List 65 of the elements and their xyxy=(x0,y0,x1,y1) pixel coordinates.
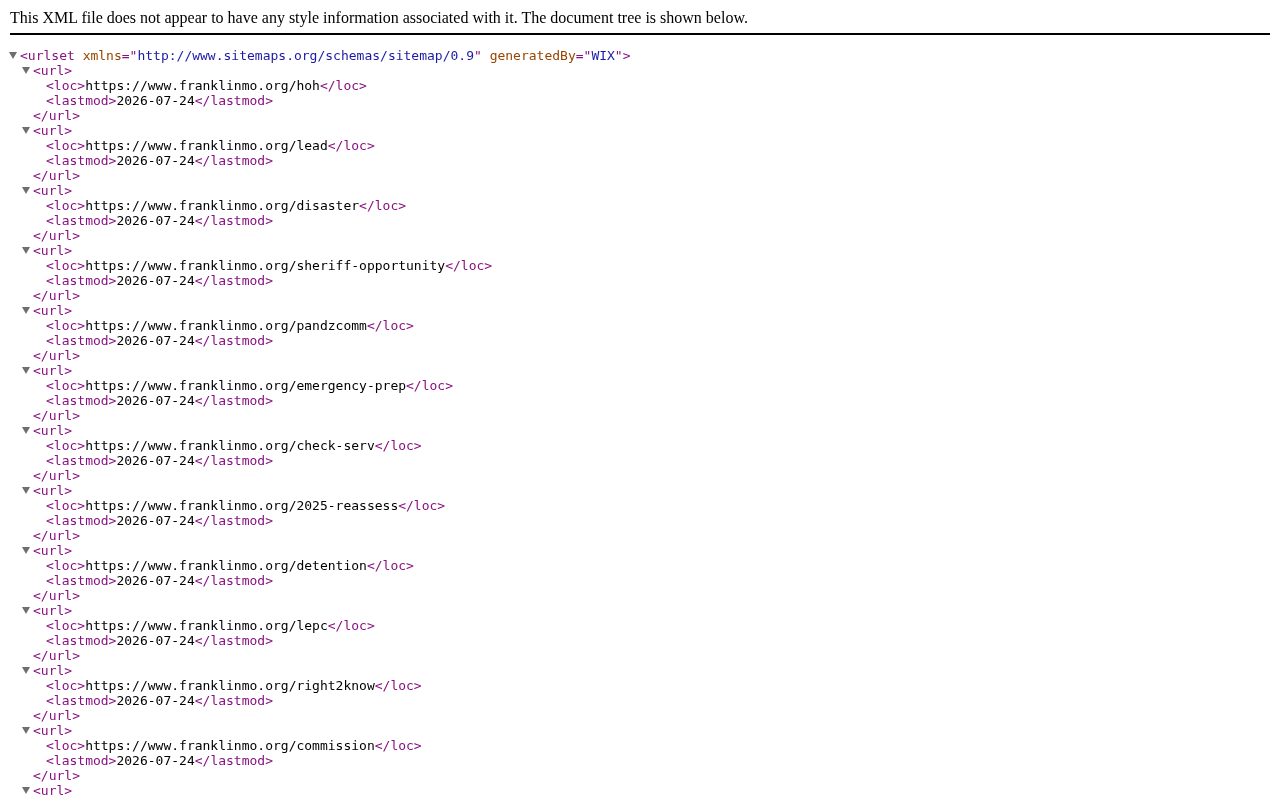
expand-icon[interactable] xyxy=(22,727,30,734)
xml-line: <url> xyxy=(33,363,73,378)
xml-line: <url> xyxy=(33,123,73,138)
xml-line: <url> xyxy=(33,423,73,438)
xml-line: </url> xyxy=(33,108,80,123)
xml-line: </url> xyxy=(33,168,80,183)
expand-icon[interactable] xyxy=(22,787,30,794)
expand-icon[interactable] xyxy=(22,247,30,254)
xml-line: </url> xyxy=(33,408,80,423)
xml-line: <lastmod>2026-07-24</lastmod> xyxy=(46,693,273,708)
xml-line: <lastmod>2026-07-24</lastmod> xyxy=(46,573,273,588)
xml-line: </url> xyxy=(33,648,80,663)
xml-line: <lastmod>2026-07-24</lastmod> xyxy=(46,273,273,288)
xml-line: <url> xyxy=(33,63,73,78)
expand-icon[interactable] xyxy=(9,52,17,59)
expand-icon[interactable] xyxy=(22,427,30,434)
xml-line: <loc>https://www.franklinmo.org/2025-reassess</loc> xyxy=(46,498,446,513)
expand-icon[interactable] xyxy=(22,607,30,614)
xml-line: </url> xyxy=(33,348,80,363)
expand-icon[interactable] xyxy=(22,367,30,374)
xml-line: </url> xyxy=(33,288,80,303)
xml-line: <url> xyxy=(33,603,73,618)
xml-line: <loc>https://www.franklinmo.org/commission</loc> xyxy=(46,738,422,753)
xml-line: <lastmod>2026-07-24</lastmod> xyxy=(46,633,273,648)
expand-icon[interactable] xyxy=(22,67,30,74)
xml-line: <url> xyxy=(33,303,73,318)
xml-line: <loc>https://www.franklinmo.org/sheriff-opportunity</loc> xyxy=(46,258,493,273)
expand-icon[interactable] xyxy=(22,127,30,134)
xml-line: </url> xyxy=(33,708,80,723)
expand-icon[interactable] xyxy=(22,487,30,494)
xml-line: <loc>https://www.franklinmo.org/hoh</loc> xyxy=(46,78,367,93)
xml-line: </url> xyxy=(33,468,80,483)
xml-line: <urlset xmlns="http://www.sitemaps.org/schemas/sitemap/0.9" generatedBy="WIX"> xyxy=(20,48,631,63)
xml-line: <loc>https://www.franklinmo.org/detention</loc> xyxy=(46,558,414,573)
xml-line: <loc>https://www.franklinmo.org/right2know</loc> xyxy=(46,678,422,693)
xml-line: <lastmod>2026-07-24</lastmod> xyxy=(46,93,273,108)
xml-line: <lastmod>2026-07-24</lastmod> xyxy=(46,393,273,408)
xml-line: <url> xyxy=(33,663,73,678)
xml-line: </url> xyxy=(33,588,80,603)
expand-icon[interactable] xyxy=(22,307,30,314)
xml-line: <loc>https://www.franklinmo.org/lead</loc> xyxy=(46,138,375,153)
xml-line: <lastmod>2026-07-24</lastmod> xyxy=(46,333,273,348)
xml-line: <loc>https://www.franklinmo.org/emergency-prep</loc> xyxy=(46,378,453,393)
xml-line: <lastmod>2026-07-24</lastmod> xyxy=(46,153,273,168)
xml-line: </url> xyxy=(33,768,80,783)
xml-line: <lastmod>2026-07-24</lastmod> xyxy=(46,513,273,528)
xml-line: <lastmod>2026-07-24</lastmod> xyxy=(46,453,273,468)
xml-line: <lastmod>2026-07-24</lastmod> xyxy=(46,753,273,768)
xml-line: <loc>https://www.franklinmo.org/check-serv</loc> xyxy=(46,438,422,453)
xml-line: <loc>https://www.franklinmo.org/pandzcomm</loc> xyxy=(46,318,414,333)
expand-icon[interactable] xyxy=(22,667,30,674)
xml-line: <lastmod>2026-07-24</lastmod> xyxy=(46,213,273,228)
xml-line: <loc>https://www.franklinmo.org/lepc</loc> xyxy=(46,618,375,633)
xml-line: <url> xyxy=(33,483,73,498)
expand-icon[interactable] xyxy=(22,547,30,554)
expand-icon[interactable] xyxy=(22,187,30,194)
xml-line: <url> xyxy=(33,783,73,798)
info-message: This XML file does not appear to have any style information associated with it. The document tree is shown below. xyxy=(10,0,1270,35)
xml-line: <url> xyxy=(33,243,73,258)
xml-line: <url> xyxy=(33,723,73,738)
xml-line: </url> xyxy=(33,528,80,543)
xml-line: <url> xyxy=(33,543,73,558)
xml-line: </url> xyxy=(33,228,80,243)
xml-line: <loc>https://www.franklinmo.org/disaster</loc> xyxy=(46,198,407,213)
xml-line: <url> xyxy=(33,183,73,198)
